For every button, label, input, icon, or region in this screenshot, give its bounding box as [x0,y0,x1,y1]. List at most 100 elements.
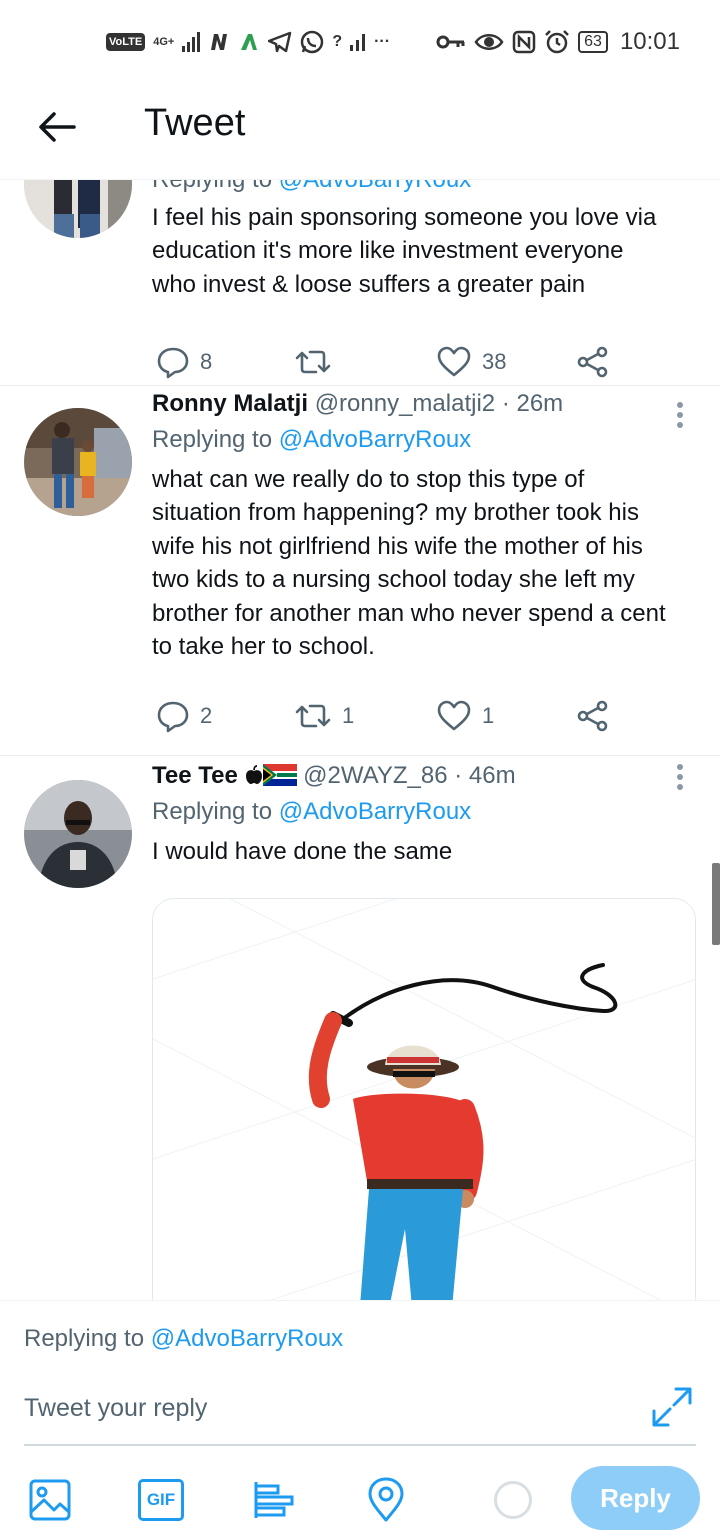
nfc-icon [512,30,536,54]
gif-label: GIF [146,1490,176,1509]
tweet-text-line: to take her to school. [152,633,375,660]
gif-icon[interactable]: GIF [138,1479,184,1521]
cowboy-whip-illustration [153,899,695,1300]
composer-replying-handle[interactable]: @AdvoBarryRoux [151,1325,343,1352]
replying-to: Replying to @AdvoBarryRoux [152,423,700,457]
tweet-actions: 8 38 [152,342,632,382]
avatar[interactable] [24,180,132,238]
tweet-time: · 46m [454,762,516,789]
replying-prefix: Replying to [152,426,279,453]
telegram-icon [268,31,292,53]
retweet-count: 1 [342,703,355,728]
tweet-text-line: I would have done the same [152,837,453,865]
tweet-thread[interactable]: Replying to @AdvoBarryRoux I feel his pa… [0,180,720,1300]
composer-divider [24,1444,696,1446]
alarm-icon [545,30,570,54]
reply-text-input[interactable] [24,1385,624,1431]
tweet-body: Ronny Malatji @ronny_malatji2 · 26m Repl… [152,382,700,664]
more-notifications: ··· [374,33,391,50]
status-right: 63 10:01 [436,26,680,58]
reply-count: 8 [200,349,213,374]
battery-indicator: 63 [578,31,608,53]
more-options-icon[interactable] [670,760,690,800]
expand-composer-icon[interactable] [648,1383,696,1431]
clock: 10:01 [619,28,680,55]
replying-to: Replying to @AdvoBarryRoux [152,795,700,829]
composer-replying-prefix: Replying to [24,1325,151,1352]
scrollbar-thumb[interactable] [712,863,720,945]
page-title: Tweet [144,102,246,144]
replying-handle-link[interactable]: @AdvoBarryRoux [279,180,471,193]
retweet-icon [295,350,331,374]
status-left: VoLTE 4G+ ? ··· [106,26,390,58]
location-pin-icon[interactable] [362,1476,410,1524]
avatar[interactable] [24,780,132,888]
character-counter-ring [494,1481,532,1519]
more-options-icon[interactable] [670,398,690,438]
poll-icon[interactable] [250,1476,298,1524]
like-count: 1 [482,703,495,728]
composer-replying-to: Replying to @AdvoBarryRoux [24,1325,343,1353]
like-action[interactable]: 1 [436,696,494,736]
top-app-bar: Tweet [0,84,720,180]
replying-to: Replying to @AdvoBarryRoux [152,180,700,197]
tweet-author-line: Ronny Malatji @ronny_malatji2 · 26m [152,382,700,421]
signal-icon-2 [350,34,366,51]
south-africa-flag-icon [262,764,297,786]
network-type: 4G+ [153,36,175,48]
reply-tweet[interactable]: Replying to @AdvoBarryRoux I feel his pa… [0,180,720,386]
avatar[interactable] [24,408,132,516]
reply-action[interactable]: 8 [156,342,212,382]
reply-icon [157,701,189,733]
replying-handle-link[interactable]: @AdvoBarryRoux [279,798,471,825]
like-action[interactable]: 38 [436,342,506,382]
retweet-action[interactable]: 1 [294,696,354,736]
heart-icon [437,700,471,731]
like-count: 38 [482,349,507,374]
replying-handle-link[interactable]: @AdvoBarryRoux [279,426,471,453]
status-bar: VoLTE 4G+ ? ··· 63 10:01 [0,0,720,84]
retweet-icon [295,704,331,728]
key-icon [436,35,465,49]
share-action[interactable] [576,342,610,382]
apple-emoji-icon [245,765,262,784]
reply-count: 2 [200,703,213,728]
n-app-icon [211,34,228,50]
tweet-text-line: who invest & loose suffers a greater pai… [152,270,586,298]
retweet-action[interactable] [294,342,342,382]
tweet-actions: 2 1 1 [152,696,632,736]
tweet-author-line: Tee Tee @2WAYZ_86 · 46m [152,756,700,793]
user-handle[interactable]: @ronny_malatji2 [315,390,495,417]
back-arrow-icon[interactable] [34,104,80,150]
replying-prefix: Replying to [152,798,279,825]
reply-button[interactable]: Reply [571,1466,700,1530]
image-icon[interactable] [26,1476,74,1524]
tweet-media-image[interactable] [152,898,696,1300]
tweet-text-line: situation from happening? my brother too… [152,499,639,526]
share-icon [577,346,608,378]
wifi-unknown-indicator: ? [332,33,343,50]
whatsapp-icon [301,30,324,54]
tweet-text-line: wife his not girlfriend his wife the mot… [152,532,643,560]
replying-prefix: Replying to [152,180,279,193]
tweet-text-line: what can we really do to stop this type … [152,465,585,493]
tweet-time: · 26m [501,390,564,417]
tweet-text-line: education it's more like investment ever… [152,237,624,264]
reply-icon [157,347,189,379]
eye-icon [474,34,504,50]
volte-indicator: VoLTE [106,33,146,51]
reply-action[interactable]: 2 [156,696,212,736]
tweet-text-line: brother for another man who never spend … [152,599,666,627]
a-app-icon [241,34,258,50]
heart-icon [437,346,471,377]
share-icon [577,700,608,732]
reply-tweet[interactable]: Ronny Malatji @ronny_malatji2 · 26m Repl… [0,386,720,756]
user-handle[interactable]: @2WAYZ_86 [303,762,447,789]
display-name[interactable]: Ronny Malatji [152,390,308,417]
tweet-body: Replying to @AdvoBarryRoux I feel his pa… [152,180,700,301]
share-action[interactable] [576,696,610,736]
tweet-text-line: I feel his pain sponsoring someone you l… [152,203,657,231]
tweet-text-line: two kids to a nursing school today she l… [152,566,635,593]
display-name[interactable]: Tee Tee [152,762,238,789]
tweet-body: Tee Tee @2WAYZ_86 · 46m Replying to @Adv… [152,756,700,868]
